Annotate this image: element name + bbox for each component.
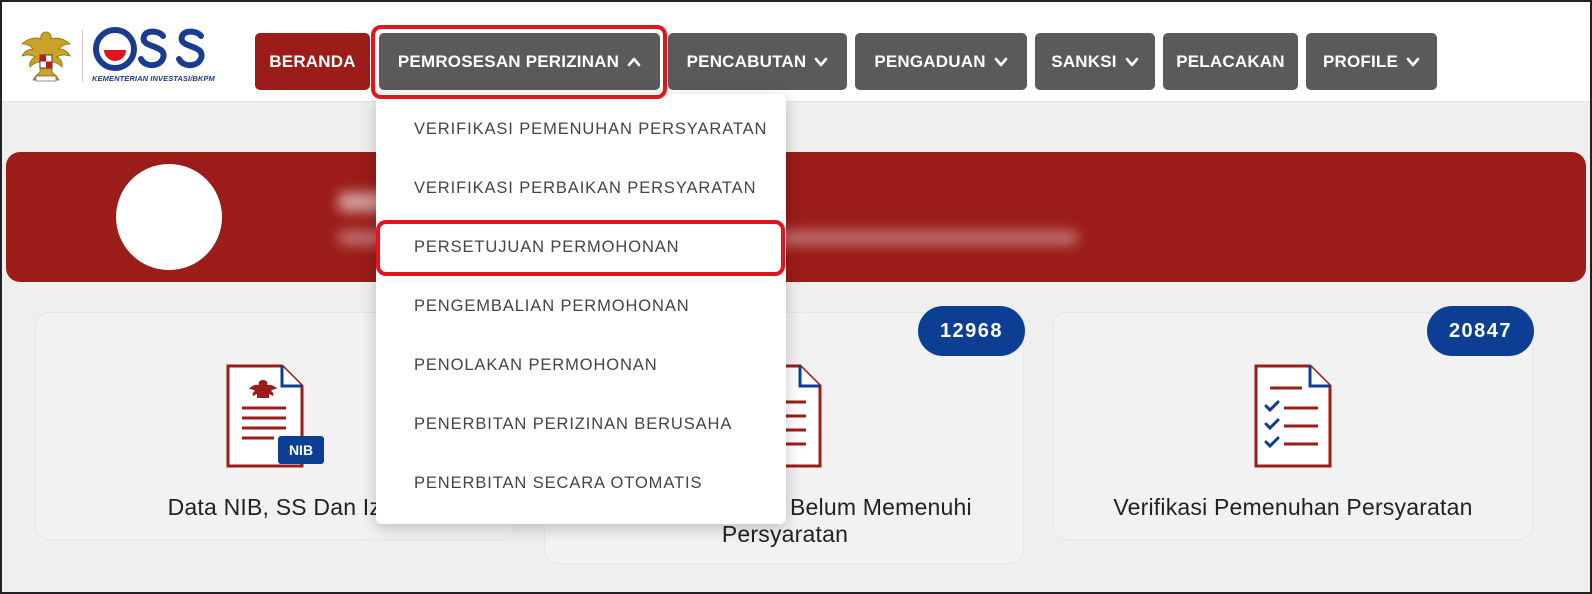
count-badge: 12968: [918, 306, 1025, 356]
chevron-down-icon: [815, 57, 828, 66]
menu-item-penerbitan-otomatis[interactable]: PENERBITAN SECARA OTOMATIS: [414, 474, 702, 493]
card-title: Verifikasi Pemenuhan Persyaratan: [1113, 494, 1473, 520]
chevron-up-icon: [627, 57, 641, 66]
nav-label: BERANDA: [269, 51, 356, 71]
menu-item-verifikasi-pemenuhan[interactable]: VERIFIKASI PEMENUHAN PERSYARATAN: [414, 120, 767, 139]
menu-item-penolakan-permohonan[interactable]: PENOLAKAN PERMOHONAN: [414, 356, 658, 375]
nav-pencabutan[interactable]: PENCABUTAN: [668, 33, 847, 90]
avatar: [116, 164, 222, 270]
pemrosesan-dropdown-menu: VERIFIKASI PEMENUHAN PERSYARATAN VERIFIK…: [376, 94, 786, 524]
nav-pelacakan[interactable]: PELACAKAN: [1163, 33, 1298, 90]
profile-banner: [6, 152, 1586, 282]
nav-label: PELACAKAN: [1176, 51, 1285, 71]
nav-label: PROFILE: [1322, 51, 1399, 71]
nav-pengaduan[interactable]: PENGADUAN: [855, 33, 1027, 90]
nav-label: PEMROSESAN PERIZINAN: [397, 51, 620, 71]
nib-icon-badge: NIB: [288, 442, 314, 458]
logo-caption: KEMENTERIAN INVESTASI/BKPM: [92, 74, 215, 83]
count-badge: 20847: [1427, 306, 1534, 356]
nav-beranda[interactable]: BERANDA: [255, 33, 370, 90]
nav-profile[interactable]: PROFILE: [1306, 33, 1437, 90]
chevron-down-icon: [994, 57, 1007, 66]
menu-item-pengembalian-permohonan[interactable]: PENGEMBALIAN PERMOHONAN: [414, 297, 690, 316]
nav-sanksi[interactable]: SANKSI: [1035, 33, 1155, 90]
menu-item-verifikasi-perbaikan[interactable]: VERIFIKASI PERBAIKAN PERSYARATAN: [414, 179, 756, 198]
menu-item-persetujuan-permohonan[interactable]: PERSETUJUAN PERMOHONAN: [414, 238, 680, 257]
nav-label: PENCABUTAN: [686, 51, 807, 71]
chevron-down-icon: [1125, 57, 1139, 66]
nav-pemrosesan-perizinan[interactable]: PEMROSESAN PERIZINAN: [379, 33, 660, 90]
app-frame: KEMENTERIAN INVESTASI/BKPM BERANDA PEMRO…: [0, 0, 1592, 594]
garuda-emblem-icon: [21, 31, 71, 82]
menu-item-penerbitan-perizinan[interactable]: PENERBITAN PERIZINAN BERUSAHA: [414, 415, 732, 434]
nav-label: SANKSI: [1051, 51, 1117, 71]
checklist-document-icon: [1254, 364, 1332, 468]
nav-label: PENGADUAN: [874, 51, 986, 71]
logo-divider: [82, 30, 83, 82]
chevron-down-icon: [1406, 57, 1420, 66]
card-title-line2: Persyaratan: [721, 521, 849, 547]
